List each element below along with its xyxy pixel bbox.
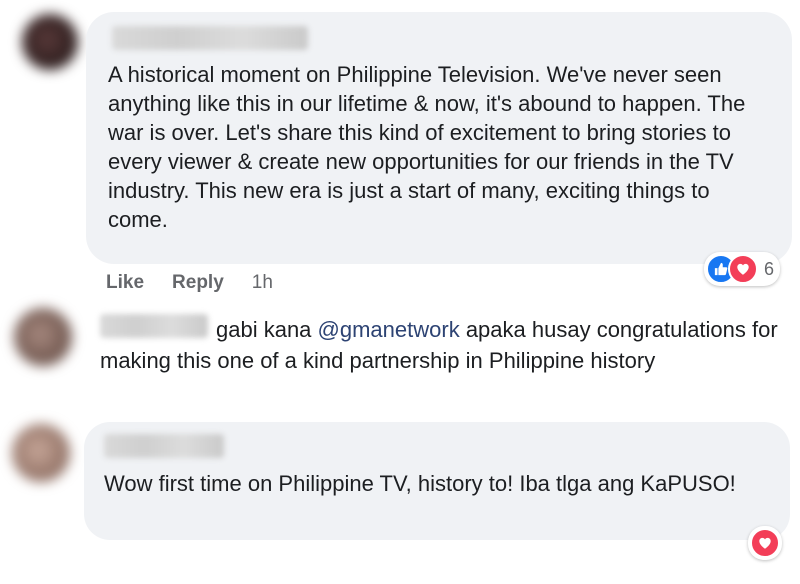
author-name[interactable] — [104, 434, 224, 458]
comment-actions: Like Reply 1h — [106, 272, 273, 294]
reactions-summary[interactable]: 6 — [704, 252, 781, 286]
reply-link[interactable]: Reply — [172, 272, 224, 294]
comment-text-prefix: gabi kana — [216, 317, 318, 342]
timestamp[interactable]: 1h — [252, 272, 273, 294]
comment-text: A historical moment on Philippine Televi… — [108, 62, 746, 232]
reactions-summary[interactable] — [748, 526, 782, 560]
comment-text: gabi kana @gmanetwork apaka husay congra… — [100, 314, 780, 376]
avatar[interactable] — [12, 424, 70, 482]
avatar[interactable] — [14, 308, 72, 366]
mention-link[interactable]: @gmanetwork — [318, 317, 460, 342]
love-icon — [728, 254, 758, 284]
love-icon — [750, 528, 780, 558]
comment-text: Wow first time on Philippine TV, history… — [104, 471, 736, 496]
author-name[interactable] — [112, 26, 308, 50]
avatar[interactable] — [22, 14, 78, 70]
reaction-count: 6 — [764, 258, 775, 279]
like-link[interactable]: Like — [106, 272, 144, 294]
